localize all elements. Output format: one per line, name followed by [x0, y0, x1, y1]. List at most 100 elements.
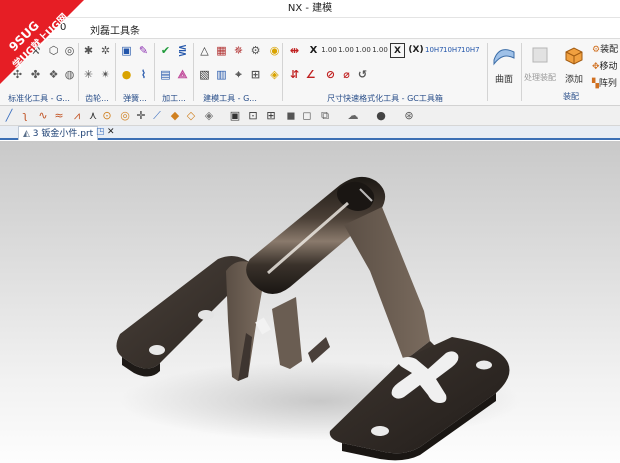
graphics-viewport[interactable]: [0, 141, 620, 463]
shaded-cube-icon[interactable]: ◼: [284, 109, 298, 123]
group-label[interactable]: 装配: [522, 91, 620, 102]
process-assembly-icon: [532, 47, 548, 63]
dim-box-x-icon[interactable]: X: [390, 43, 405, 58]
line-icon[interactable]: ╱: [2, 109, 16, 123]
surface-button[interactable]: 曲面: [489, 42, 519, 100]
view-orient-icon[interactable]: ⧉: [318, 109, 332, 123]
edge-icon[interactable]: ◇: [184, 109, 198, 123]
title-bar: NX - 建模: [0, 0, 620, 18]
wall-slot: [255, 317, 271, 335]
tab-document[interactable]: ◭ 3 钣金小件.prt: [18, 126, 99, 140]
group-label[interactable]: 建模工具 - G...: [194, 93, 266, 104]
dim-precision-4-icon[interactable]: 1.00: [372, 46, 388, 54]
pattern-icon: ▚: [592, 79, 599, 89]
assembly-icon: ⚙: [592, 45, 601, 55]
spline-icon[interactable]: ∿: [36, 109, 50, 123]
group-modeling-tools: △ ▦ ✵ ⚙ ◉ ▧ ▥ ⌖ ⊞ ◈ 建模工具 - G...: [194, 39, 282, 107]
dim-paren-x-icon[interactable]: (X): [407, 43, 425, 58]
helical-gear-icon[interactable]: ✲: [98, 43, 113, 58]
pencil-icon[interactable]: ✎: [136, 43, 151, 58]
settings-icon[interactable]: ✵: [231, 43, 246, 58]
coin-icon[interactable]: ●: [119, 67, 134, 82]
dim-x-icon[interactable]: X: [306, 43, 321, 58]
dim-diameter-icon[interactable]: ⊘: [323, 67, 338, 82]
axis-icon[interactable]: ⟁: [175, 67, 190, 82]
divider: [487, 43, 488, 101]
assembly-item[interactable]: ⚙装配: [592, 42, 620, 59]
spring-icon[interactable]: ⌇: [136, 67, 151, 82]
circle-center-icon[interactable]: ⊙: [100, 109, 114, 123]
menu-item-liulei-toolbar[interactable]: 刘磊工具条: [90, 22, 140, 37]
part-icon: ◭: [23, 129, 30, 139]
group-dimension-format: ⇹ X 1.00 1.00 1.00 1.00 X (X) 10H7 10H7 …: [283, 39, 487, 107]
group-springs: ▣ ✎ ● ⌇ 弹簧...: [116, 39, 154, 107]
9sug-badge: 9SUG 学UG就上UG网: [0, 0, 84, 84]
point-icon[interactable]: ⋏: [86, 109, 100, 123]
group-label[interactable]: 齿轮...: [79, 93, 115, 104]
view-zoom-icon[interactable]: ⊞: [264, 109, 278, 123]
face-icon[interactable]: ◆: [168, 109, 182, 123]
save-icon[interactable]: ▣: [119, 43, 134, 58]
left-flange-hole-2: [198, 310, 214, 320]
group-label[interactable]: 加工...: [155, 93, 193, 104]
stack-icon[interactable]: ◈: [267, 67, 282, 82]
add-label: 添加: [564, 75, 583, 85]
process-assembly-label: 处理装配: [524, 73, 556, 82]
view-box-icon[interactable]: ▣: [228, 109, 242, 123]
close-icon[interactable]: ✕: [107, 127, 115, 137]
tangent-icon[interactable]: ⟋: [150, 109, 164, 123]
wave-icon[interactable]: ≈: [52, 109, 66, 123]
coins-icon[interactable]: ◉: [267, 43, 282, 58]
right-wall[interactable]: [344, 207, 430, 361]
window-title: NX - 建模: [287, 3, 333, 14]
dim-precision-2-icon[interactable]: 1.00: [338, 46, 354, 54]
document-tab-bar: ◭ 3 钣金小件.prt ◳ ✕: [0, 126, 620, 140]
left-flange-hole-1: [149, 345, 165, 355]
calc-icon[interactable]: ▦: [214, 43, 229, 58]
tab-label: 3 钣金小件.prt: [32, 129, 94, 139]
add-component-icon: [565, 47, 583, 65]
dim-precision-3-icon[interactable]: 1.00: [355, 46, 371, 54]
body-icon[interactable]: ◈: [202, 109, 216, 123]
dim-radius-icon[interactable]: ⌀: [339, 67, 354, 82]
dimension-arrow-icon[interactable]: ⇹: [287, 43, 302, 58]
pin-icon[interactable]: ◳: [96, 127, 105, 137]
operation-icon[interactable]: ▤: [158, 67, 173, 82]
layer-icon[interactable]: ⊛: [402, 109, 416, 123]
image-icon[interactable]: ▧: [197, 67, 212, 82]
group-label[interactable]: 弹簧...: [116, 93, 154, 104]
group-label[interactable]: 尺寸快速格式化工具 - GC工具箱: [283, 93, 487, 104]
table-icon[interactable]: ▥: [214, 67, 229, 82]
right-flange-hole-1: [371, 426, 389, 436]
group-label[interactable]: 标准化工具 - G...: [0, 93, 78, 104]
sphere-icon[interactable]: ●: [374, 109, 388, 123]
view-fit-icon[interactable]: ⊡: [246, 109, 260, 123]
dim-value-icon[interactable]: ⇵: [287, 67, 302, 82]
render-style-icon[interactable]: ☁: [346, 109, 360, 123]
fit-10h7-alt-icon[interactable]: 10H7: [443, 46, 462, 54]
check-icon[interactable]: ✔: [158, 43, 173, 58]
clip-tab: [272, 297, 302, 369]
fit-icon[interactable]: ⊞: [248, 67, 263, 82]
arc-icon[interactable]: ʅ: [18, 109, 32, 123]
polyline-icon[interactable]: ⩘: [70, 109, 84, 123]
dim-angle-icon[interactable]: ∠: [303, 67, 318, 82]
dim-precision-1-icon[interactable]: 1.00: [321, 46, 337, 54]
surface-icon: [493, 49, 515, 66]
selection-toolbar: ╱ ʅ ∿ ≈ ⩘ ⋏ ⊙ ◎ ✛ ⟋ ◆ ◇ ◈ ▣ ⊡ ⊞ ◼ ◻ ⧉ ☁ …: [0, 106, 620, 126]
move-item[interactable]: ✥移动: [592, 59, 620, 76]
surface-label: 曲面: [494, 75, 513, 85]
worm-gear-icon[interactable]: ✴: [98, 67, 113, 82]
tool-path-icon[interactable]: ⋚: [175, 43, 190, 58]
assembly-list: ⚙装配 ✥移动 ▚阵列: [592, 42, 620, 93]
circle-target-icon[interactable]: ◎: [118, 109, 132, 123]
fit-10h7-sym-icon[interactable]: 10H7: [461, 46, 480, 54]
fit-10h7-icon[interactable]: 10H7: [425, 46, 444, 54]
tolerance-icon[interactable]: ⌖: [231, 67, 246, 82]
gears-icon[interactable]: ⚙: [248, 43, 263, 58]
wireframe-cube-icon[interactable]: ◻: [300, 109, 314, 123]
reset-icon[interactable]: ↺: [355, 67, 370, 82]
triangle-icon[interactable]: △: [197, 43, 212, 58]
assembly-item-label: 装配: [600, 45, 619, 55]
crosshair-icon[interactable]: ✛: [134, 109, 148, 123]
